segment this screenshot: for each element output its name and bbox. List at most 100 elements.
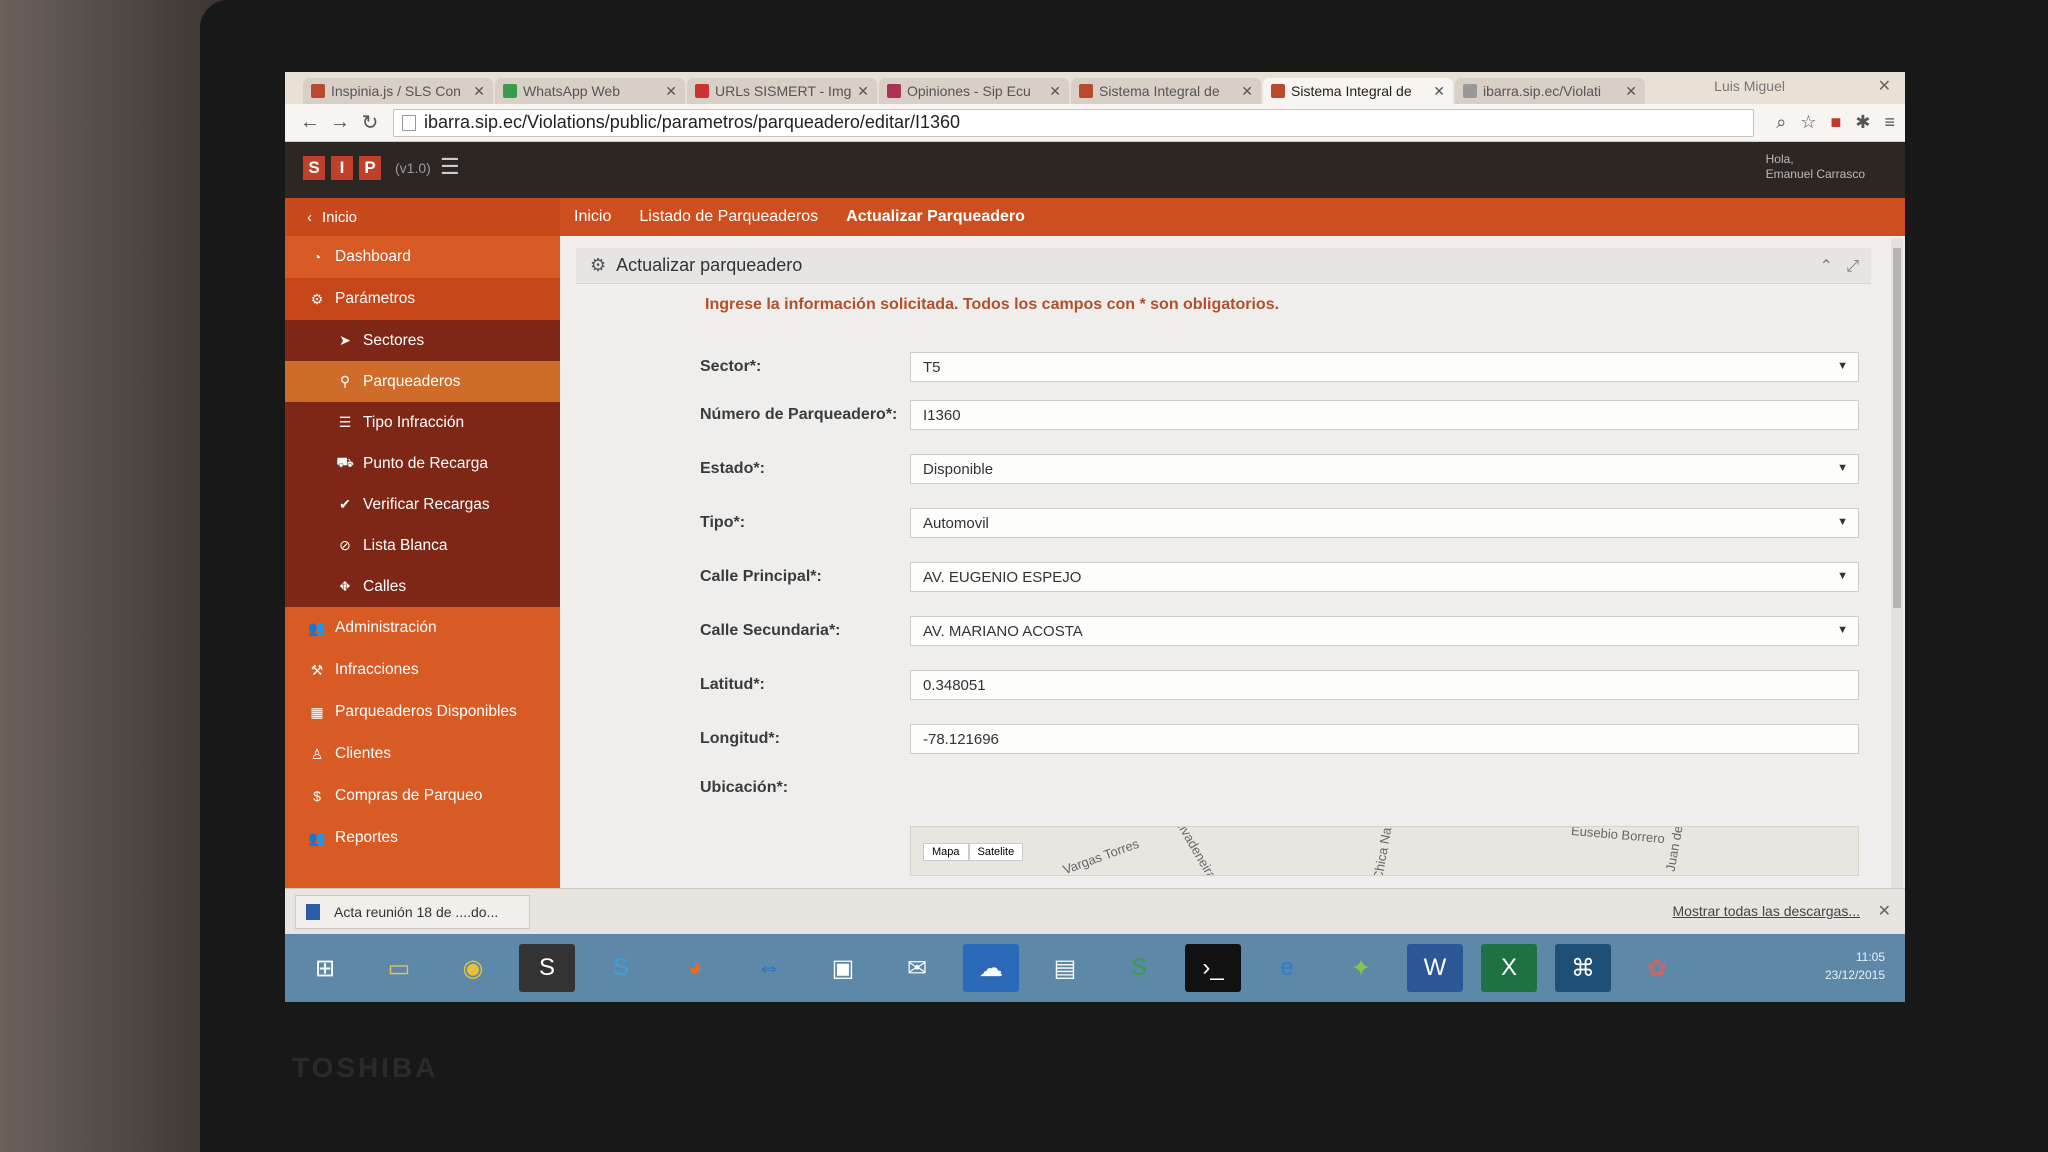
cogs-icon: ⚙: [310, 290, 324, 307]
browser-tab[interactable]: Sistema Integral de ✕: [1071, 78, 1261, 104]
excel-icon[interactable]: X: [1481, 944, 1537, 992]
puzzle-extension-icon[interactable]: ✱: [1855, 112, 1870, 133]
bookmark-star-icon[interactable]: ☆: [1800, 112, 1816, 133]
close-icon[interactable]: ✕: [1433, 83, 1445, 100]
search-icon[interactable]: ⌕: [1776, 112, 1786, 133]
sidebar-item-calles[interactable]: ⛖ Calles: [285, 566, 560, 607]
sidebar-item-tipo-infraccion[interactable]: ☰ Tipo Infracción: [285, 402, 560, 443]
sidebar-item-parqueaderos[interactable]: ⚲ Parqueaderos: [285, 361, 560, 402]
collapse-icon[interactable]: ⌃: [1819, 258, 1832, 275]
sidebar-item-parqueaderos-disponibles[interactable]: ▦ Parqueaderos Disponibles: [285, 691, 560, 733]
tipo-select[interactable]: Automovil ▼: [910, 508, 1859, 538]
close-icon[interactable]: ✕: [857, 83, 869, 100]
form-row-estado: Estado*: Disponible ▼: [700, 454, 1859, 484]
sidebar-item-reportes[interactable]: 👥 Reportes: [285, 817, 560, 859]
breadcrumb-inicio[interactable]: Inicio: [574, 208, 611, 226]
longitud-input[interactable]: -78.121696: [910, 724, 1859, 754]
sidebar-item-punto-recarga[interactable]: ⛟ Punto de Recarga: [285, 443, 560, 484]
show-all-downloads-link[interactable]: Mostrar todas las descargas...: [1672, 903, 1860, 919]
sidebar-item-compras-parqueo[interactable]: $ Compras de Parqueo: [285, 775, 560, 817]
sidebar-item-administracion[interactable]: 👥 Administración: [285, 607, 560, 649]
numero-input[interactable]: I1360: [910, 400, 1859, 430]
close-icon[interactable]: ✕: [1241, 83, 1253, 100]
extension-icon[interactable]: ■: [1831, 112, 1842, 133]
teamviewer-icon[interactable]: ⇔: [741, 944, 797, 992]
sidebar-item-sectores[interactable]: ➤ Sectores: [285, 320, 560, 361]
map-tab-mapa[interactable]: Mapa: [923, 843, 969, 861]
caret-down-icon: ▼: [1837, 570, 1848, 582]
latitud-label: Latitud*:: [700, 676, 765, 693]
sidebar-item-infracciones[interactable]: ⚒ Infracciones: [285, 649, 560, 691]
windows-icon[interactable]: ⊞: [297, 944, 353, 992]
close-icon[interactable]: ✕: [473, 83, 485, 100]
cmd-icon[interactable]: ›_: [1185, 944, 1241, 992]
form-row-sector: Sector*: T5 ▼: [700, 352, 1859, 382]
skype-icon[interactable]: S: [593, 944, 649, 992]
check-icon: ✔: [339, 496, 351, 512]
browser-profile-name[interactable]: Luis Miguel: [1714, 78, 1785, 94]
calle-secundaria-select[interactable]: AV. MARIANO ACOSTA ▼: [910, 616, 1859, 646]
calle-principal-select[interactable]: AV. EUGENIO ESPEJO ▼: [910, 562, 1859, 592]
sublime-icon[interactable]: S: [519, 944, 575, 992]
sidebar-back-inicio[interactable]: ‹ Inicio: [285, 198, 560, 236]
browser-tab[interactable]: Opiniones - Sip Ecu ✕: [879, 78, 1069, 104]
address-bar[interactable]: ibarra.sip.ec/Violations/public/parametr…: [393, 108, 1755, 137]
onedrive-icon[interactable]: ☁: [963, 944, 1019, 992]
tipo-label: Tipo*:: [700, 514, 746, 531]
sidebar-item-lista-blanca[interactable]: ⊘ Lista Blanca: [285, 525, 560, 566]
system-tray[interactable]: 11:05 23/12/2015: [1825, 948, 1885, 984]
chrome-menu-icon[interactable]: ≡: [1884, 112, 1895, 133]
ie-icon[interactable]: e: [1259, 944, 1315, 992]
cart-icon: ⛟: [336, 454, 354, 470]
list-icon: ☰: [338, 414, 352, 430]
browser-tab[interactable]: URLs SISMERT - Img ✕: [687, 78, 877, 104]
sidebar-item-verificar-recargas[interactable]: ✔ Verificar Recargas: [285, 484, 560, 525]
paint-icon[interactable]: ✿: [1629, 944, 1685, 992]
back-icon[interactable]: ←: [295, 111, 325, 134]
male-icon: ♙: [310, 745, 324, 762]
close-icon[interactable]: ✕: [1878, 901, 1891, 921]
sector-select[interactable]: T5 ▼: [910, 352, 1859, 382]
firefox-icon[interactable]: ◕: [667, 944, 723, 992]
tab-favicon-icon: [695, 84, 709, 98]
chrome-icon[interactable]: ◉: [445, 944, 501, 992]
scrollbar-thumb[interactable]: [1893, 248, 1901, 608]
notes-icon[interactable]: ▤: [1037, 944, 1093, 992]
sidebar-item-clientes[interactable]: ♙ Clientes: [285, 733, 560, 775]
breadcrumb-listado[interactable]: Listado de Parqueaderos: [639, 208, 818, 226]
close-icon[interactable]: ✕: [1625, 83, 1637, 100]
sidebar-item-parametros[interactable]: ⚙ Parámetros: [285, 278, 560, 320]
browser-tab[interactable]: Inspinia.js / SLS Con ✕: [303, 78, 493, 104]
explorer-icon[interactable]: ▭: [371, 944, 427, 992]
browser-tab-active[interactable]: Sistema Integral de ✕: [1263, 78, 1453, 104]
browser-tabbar: Inspinia.js / SLS Con ✕ WhatsApp Web ✕ URL…: [285, 72, 1905, 104]
map-tab-satelite[interactable]: Satelite: [968, 843, 1024, 861]
close-icon[interactable]: ✕: [1049, 83, 1061, 100]
user-greeting[interactable]: Hola, Emanuel Carrasco: [1766, 152, 1865, 182]
sync-icon[interactable]: S: [1111, 944, 1167, 992]
page-scrollbar[interactable]: [1891, 238, 1903, 888]
mysql-icon[interactable]: ⌘: [1555, 944, 1611, 992]
window-close-icon[interactable]: ✕: [1878, 76, 1891, 96]
mail-icon[interactable]: ✉: [889, 944, 945, 992]
forward-icon[interactable]: →: [325, 111, 355, 134]
browser-tab[interactable]: ibarra.sip.ec/Violati ✕: [1455, 78, 1645, 104]
sip-logo[interactable]: S I P: [303, 156, 387, 180]
android-icon[interactable]: ✦: [1333, 944, 1389, 992]
reload-icon[interactable]: ↻: [355, 110, 385, 135]
close-icon[interactable]: ✕: [665, 83, 677, 100]
location-map[interactable]: Mapa Satelite Vargas Torres Rivadeneira …: [910, 826, 1859, 876]
latitud-input[interactable]: 0.348051: [910, 670, 1859, 700]
browser-tab[interactable]: WhatsApp Web ✕: [495, 78, 685, 104]
estado-select[interactable]: Disponible ▼: [910, 454, 1859, 484]
download-item[interactable]: Acta reunión 18 de ....do...: [295, 895, 530, 929]
map-street-label: Chica Narv: [1370, 826, 1397, 876]
photos-icon[interactable]: ▣: [815, 944, 871, 992]
required-fields-notice: Ingrese la información solicitada. Todos…: [705, 296, 1280, 313]
hamburger-menu-icon[interactable]: ☰: [440, 154, 460, 180]
sidebar-item-dashboard[interactable]: ◔ Dashboard: [285, 236, 560, 278]
expand-icon[interactable]: ⤢: [1846, 258, 1859, 275]
word-icon[interactable]: W: [1407, 944, 1463, 992]
main-content: ⚙ Actualizar parqueadero ⌃ ⤢ Ingrese la …: [560, 236, 1889, 888]
form-row-calle-secundaria: Calle Secundaria*: AV. MARIANO ACOSTA ▼: [700, 616, 1859, 646]
